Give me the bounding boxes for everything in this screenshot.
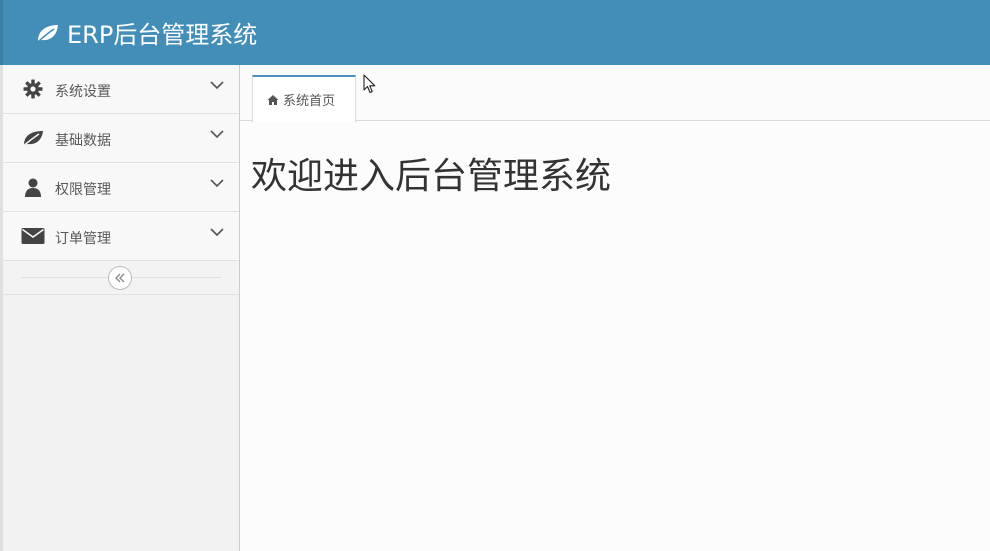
top-navbar: ERP后台管理系统 (0, 0, 990, 65)
sidebar-item-system-settings[interactable]: 系统设置 (3, 65, 239, 114)
chevron-down-icon (209, 126, 225, 140)
sidebar-collapse-button[interactable] (108, 266, 132, 290)
chevron-down-icon (209, 77, 225, 91)
chevron-down-icon (209, 175, 225, 189)
app-title: ERP后台管理系统 (67, 21, 258, 49)
tab-home[interactable]: 系统首页 (252, 75, 356, 122)
mouse-cursor-icon (363, 74, 377, 94)
leaf-icon (21, 127, 45, 149)
sidebar-collapse-bar (3, 261, 239, 295)
sidebar-item-label: 权限管理 (55, 181, 111, 198)
sidebar: 系统设置 基础数据 权限管理 订单管理 (0, 65, 240, 551)
user-icon (21, 176, 45, 198)
chevron-down-icon (209, 224, 225, 238)
gear-icon (21, 78, 45, 100)
main-content: 系统首页 欢迎进入后台管理系统 (240, 65, 990, 551)
tab-bar: 系统首页 (240, 65, 990, 122)
home-icon (267, 94, 279, 106)
sidebar-item-label: 基础数据 (55, 132, 111, 149)
sidebar-item-basic-data[interactable]: 基础数据 (3, 114, 239, 163)
double-chevron-left-icon (114, 269, 126, 288)
sidebar-item-orders[interactable]: 订单管理 (3, 212, 239, 261)
envelope-icon (21, 225, 45, 247)
welcome-heading: 欢迎进入后台管理系统 (251, 156, 612, 197)
app-brand[interactable]: ERP后台管理系统 (35, 15, 257, 50)
sidebar-item-label: 订单管理 (55, 230, 111, 247)
sidebar-item-label: 系统设置 (55, 83, 111, 100)
tab-label: 系统首页 (283, 94, 336, 109)
sidebar-item-permissions[interactable]: 权限管理 (3, 163, 239, 212)
leaf-icon (35, 22, 61, 44)
